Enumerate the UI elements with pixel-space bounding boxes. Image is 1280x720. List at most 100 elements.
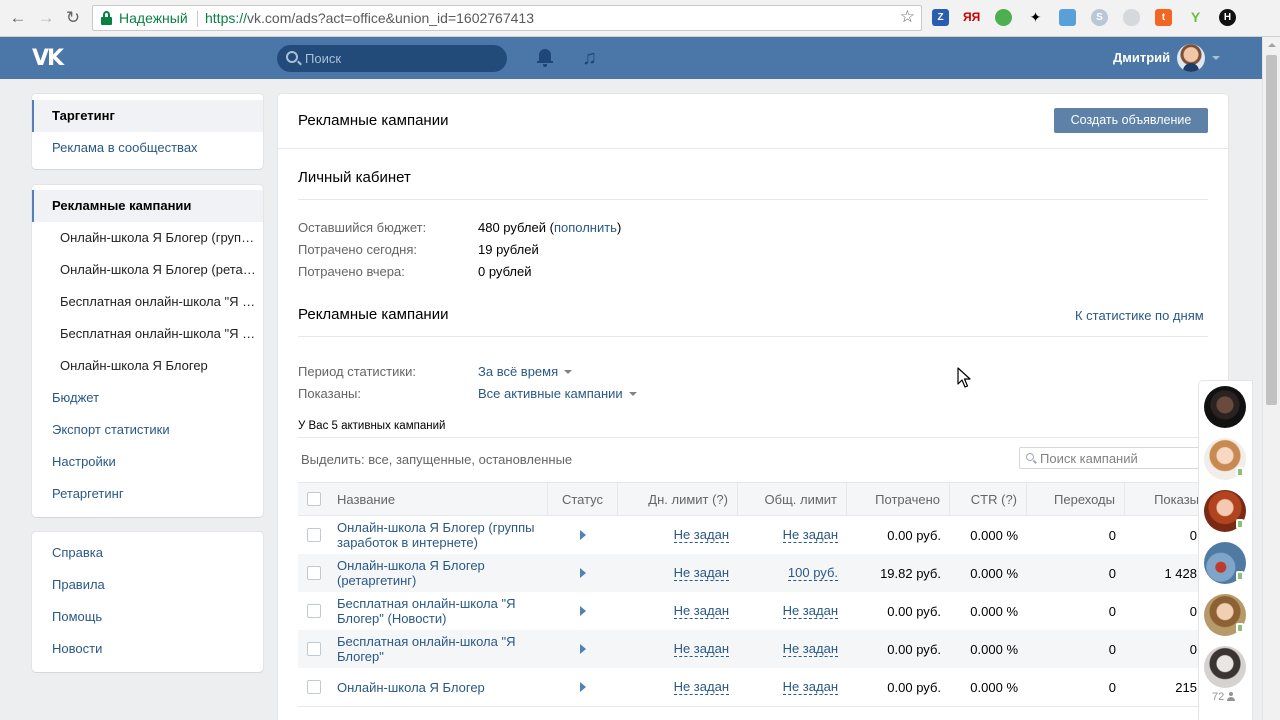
col-day-limit[interactable]: Дн. лимит (?): [618, 483, 738, 516]
extension-icon-1[interactable]: Z: [932, 9, 949, 26]
sidebar-item-support[interactable]: Помощь: [32, 601, 263, 633]
notifications-bell-icon[interactable]: [537, 49, 553, 67]
day-limit-value[interactable]: Не задан: [673, 565, 729, 581]
music-note-icon[interactable]: ♫: [582, 47, 597, 70]
sidebar-item-export-stats[interactable]: Экспорт статистики: [32, 414, 263, 446]
contact-avatar[interactable]: [1204, 386, 1246, 428]
browser-toolbar: ← → ↻ Надежный https://vk.com/ads?act=of…: [0, 0, 1280, 37]
play-status-icon[interactable]: [580, 644, 586, 654]
sidebar-item-news[interactable]: Новости: [32, 633, 263, 665]
period-dropdown[interactable]: За всё время: [478, 364, 573, 379]
row-checkbox[interactable]: [307, 680, 321, 694]
sidebar-item-targeting[interactable]: Таргетинг: [32, 100, 263, 132]
col-spent[interactable]: Потрачено: [847, 483, 950, 516]
play-status-icon[interactable]: [580, 682, 586, 692]
campaign-search[interactable]: [1019, 447, 1204, 469]
scroll-thumb[interactable]: [1266, 55, 1277, 405]
sidebar-campaign-item[interactable]: Онлайн-школа Я Блогер: [32, 350, 263, 382]
campaign-name-link[interactable]: Бесплатная онлайн-школа "Я Блогер": [337, 630, 542, 668]
col-ctr[interactable]: CTR (?): [950, 483, 1027, 516]
sidebar-campaign-item[interactable]: Бесплатная онлайн-школа "Я Блогер": [32, 318, 263, 350]
total-limit-value[interactable]: 100 руб.: [787, 565, 838, 581]
row-checkbox[interactable]: [307, 566, 321, 580]
col-impressions[interactable]: Показы: [1125, 483, 1208, 516]
scroll-up-arrow-icon[interactable]: [1268, 43, 1276, 47]
lock-icon: [101, 11, 112, 25]
select-stopped-link[interactable]: остановленные: [479, 452, 573, 467]
total-limit-value[interactable]: Не задан: [782, 603, 838, 619]
sidebar-item-help[interactable]: Справка: [32, 537, 263, 569]
table-row: Бесплатная онлайн-школа "Я Блогер" (Ново…: [298, 592, 1208, 630]
spent-value: 0.00 руб.: [887, 527, 941, 543]
total-limit-value[interactable]: Не задан: [782, 641, 838, 657]
yandex-extension-icon[interactable]: ЯЯ: [963, 9, 980, 26]
page-scrollbar[interactable]: [1262, 37, 1280, 720]
forward-arrow-icon[interactable]: →: [36, 8, 56, 28]
sidebar-item-rules[interactable]: Правила: [32, 569, 263, 601]
spent-value: 0.00 руб.: [887, 679, 941, 695]
extension-icon-4[interactable]: ✦: [1027, 9, 1044, 26]
col-total-limit[interactable]: Общ. лимит: [738, 483, 847, 516]
campaign-name-link[interactable]: Онлайн-школа Я Блогер (ретаргетинг): [337, 554, 542, 592]
sidebar-item-campaigns[interactable]: Рекламные кампании: [32, 190, 263, 222]
vk-logo[interactable]: VK: [32, 46, 66, 71]
url-text[interactable]: https://vk.com/ads?act=office&union_id=1…: [205, 10, 534, 26]
campaign-search-input[interactable]: [1040, 450, 1200, 466]
stats-by-days-link[interactable]: К статистике по дням: [1075, 308, 1204, 323]
active-campaigns-count: У Вас 5 активных кампаний: [298, 420, 446, 432]
play-status-icon[interactable]: [580, 606, 586, 616]
extension-icon-9[interactable]: Y: [1187, 9, 1204, 26]
mouse-cursor-icon: [957, 367, 971, 388]
select-running-link[interactable]: запущенные: [396, 452, 471, 467]
campaign-name-link[interactable]: Бесплатная онлайн-школа "Я Блогер" (Ново…: [337, 592, 542, 630]
sidebar-campaign-item[interactable]: Онлайн-школа Я Блогер (ретаргетинг): [32, 254, 263, 286]
extension-icon-5[interactable]: [1059, 9, 1076, 26]
reload-icon[interactable]: ↻: [63, 8, 83, 28]
bookmark-star-icon[interactable]: ☆: [900, 7, 915, 27]
main-panel: Рекламные кампании Создать объявление Ли…: [278, 94, 1228, 720]
search-input[interactable]: [305, 49, 495, 68]
topup-link[interactable]: пополнить: [554, 220, 617, 235]
play-status-icon[interactable]: [580, 568, 586, 578]
sidebar-item-community-ads[interactable]: Реклама в сообществах: [32, 132, 263, 164]
select-all-link[interactable]: все: [368, 452, 389, 467]
sidebar-item-budget[interactable]: Бюджет: [32, 382, 263, 414]
total-limit-value[interactable]: Не задан: [782, 679, 838, 695]
user-name[interactable]: Дмитрий: [1113, 50, 1170, 65]
period-label: Период статистики:: [298, 364, 416, 379]
page-title: Рекламные кампании: [298, 112, 449, 129]
sidebar-campaign-item[interactable]: Бесплатная онлайн-школа "Я Блогер" (Ново…: [32, 286, 263, 318]
campaign-name-link[interactable]: Онлайн-школа Я Блогер (группы заработок …: [337, 516, 542, 554]
user-avatar[interactable]: [1177, 44, 1205, 72]
online-friends-count[interactable]: 72: [1212, 691, 1236, 703]
extension-icon-10[interactable]: H: [1219, 9, 1236, 26]
day-limit-value[interactable]: Не задан: [673, 527, 729, 543]
col-clicks[interactable]: Переходы: [1027, 483, 1125, 516]
day-limit-value[interactable]: Не задан: [673, 641, 729, 657]
row-checkbox[interactable]: [307, 528, 321, 542]
total-limit-value[interactable]: Не задан: [782, 527, 838, 543]
back-arrow-icon[interactable]: ←: [8, 8, 28, 28]
cloud-icon[interactable]: [1123, 9, 1140, 26]
global-search[interactable]: [277, 45, 507, 72]
spent-today-label: Потрачено сегодня:: [298, 242, 417, 257]
create-ad-button[interactable]: Создать объявление: [1054, 108, 1208, 133]
play-status-icon[interactable]: [580, 530, 586, 540]
chevron-down-icon[interactable]: [1212, 56, 1220, 60]
extension-icon-8[interactable]: t: [1155, 9, 1172, 26]
sidebar-item-settings[interactable]: Настройки: [32, 446, 263, 478]
sidebar-campaign-item[interactable]: Онлайн-школа Я Блогер (группы заработок …: [32, 222, 263, 254]
col-status[interactable]: Статус: [548, 483, 618, 516]
col-name[interactable]: Название: [298, 483, 548, 516]
row-checkbox[interactable]: [307, 642, 321, 656]
contact-avatar[interactable]: [1204, 646, 1246, 688]
campaign-name-link[interactable]: Онлайн-школа Я Блогер: [337, 668, 542, 706]
shown-dropdown[interactable]: Все активные кампании: [478, 386, 637, 401]
day-limit-value[interactable]: Не задан: [673, 603, 729, 619]
day-limit-value[interactable]: Не задан: [673, 679, 729, 695]
address-bar[interactable]: Надежный https://vk.com/ads?act=office&u…: [92, 5, 922, 31]
sidebar-item-retargeting[interactable]: Ретаргетинг: [32, 478, 263, 510]
row-checkbox[interactable]: [307, 604, 321, 618]
skype-icon[interactable]: S: [1091, 9, 1108, 26]
extension-icon-3[interactable]: [995, 9, 1012, 26]
